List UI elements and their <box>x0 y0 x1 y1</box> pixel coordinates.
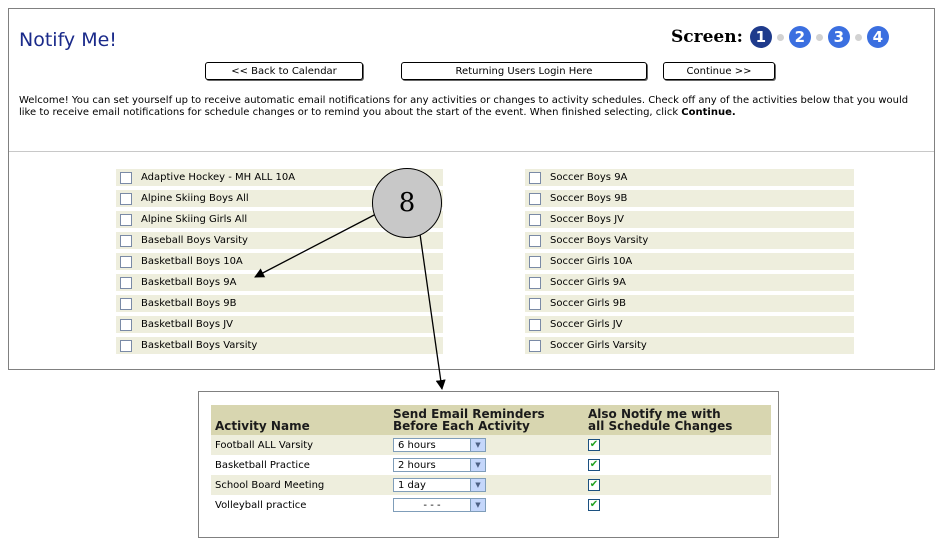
activity-name-cell: Football ALL Varsity <box>215 439 314 451</box>
reminder-cell: 6 hours ▼ <box>393 438 588 452</box>
notify-cell: ✔ <box>588 499 600 511</box>
notify-checkbox[interactable]: ✔ <box>588 499 600 511</box>
callout-number: 8 <box>372 168 442 238</box>
notify-checkbox[interactable]: ✔ <box>588 479 600 491</box>
reminder-value: 1 day <box>398 479 426 491</box>
notify-checkbox[interactable]: ✔ <box>588 439 600 451</box>
activity-name-cell: Basketball Practice <box>215 459 310 471</box>
col-notify-changes: Also Notify me with all Schedule Changes <box>588 405 732 435</box>
chevron-down-icon[interactable]: ▼ <box>470 439 485 451</box>
col-notify-line2: all Schedule Changes <box>588 419 733 433</box>
notify-checkbox[interactable]: ✔ <box>588 459 600 471</box>
notify-cell: ✔ <box>588 459 600 471</box>
reminder-select[interactable]: 6 hours ▼ <box>393 438 486 452</box>
chevron-down-icon[interactable]: ▼ <box>470 479 485 491</box>
reminder-cell: - - - ▼ <box>393 498 588 512</box>
reminder-cell: 2 hours ▼ <box>393 458 588 472</box>
reminder-value: - - - <box>423 499 441 511</box>
col-activity-name: Activity Name <box>215 419 310 433</box>
notify-cell: ✔ <box>588 439 600 451</box>
reminder-cell: 1 day ▼ <box>393 478 588 492</box>
table-row: School Board Meeting 1 day ▼ ✔ <box>211 475 771 495</box>
reminder-value: 6 hours <box>398 439 436 451</box>
arrow-to-popup <box>419 233 446 390</box>
arrow-to-basketball <box>254 212 379 278</box>
table-row: Basketball Practice 2 hours ▼ ✔ <box>211 455 771 475</box>
reminder-select[interactable]: 1 day ▼ <box>393 478 486 492</box>
chevron-down-icon[interactable]: ▼ <box>470 499 485 511</box>
table-body: Football ALL Varsity 6 hours ▼ ✔ Basketball … <box>211 435 771 515</box>
reminder-settings-panel: Activity Name Send Email Reminders Befor… <box>198 391 779 538</box>
notify-cell: ✔ <box>588 479 600 491</box>
reminder-select[interactable]: 2 hours ▼ <box>393 458 486 472</box>
activity-name-cell: School Board Meeting <box>215 479 325 491</box>
table-row: Football ALL Varsity 6 hours ▼ ✔ <box>211 435 771 455</box>
col-send-reminders-line2: Before Each Activity <box>393 419 530 433</box>
activity-name-cell: Volleyball practice <box>215 499 307 511</box>
reminder-value: 2 hours <box>398 459 436 471</box>
table-row: Volleyball practice - - - ▼ ✔ <box>211 495 771 515</box>
reminder-select[interactable]: - - - ▼ <box>393 498 486 512</box>
col-send-reminders: Send Email Reminders Before Each Activit… <box>393 405 588 435</box>
reminder-table: Activity Name Send Email Reminders Befor… <box>211 405 771 515</box>
table-header: Activity Name Send Email Reminders Befor… <box>211 405 771 435</box>
chevron-down-icon[interactable]: ▼ <box>470 459 485 471</box>
